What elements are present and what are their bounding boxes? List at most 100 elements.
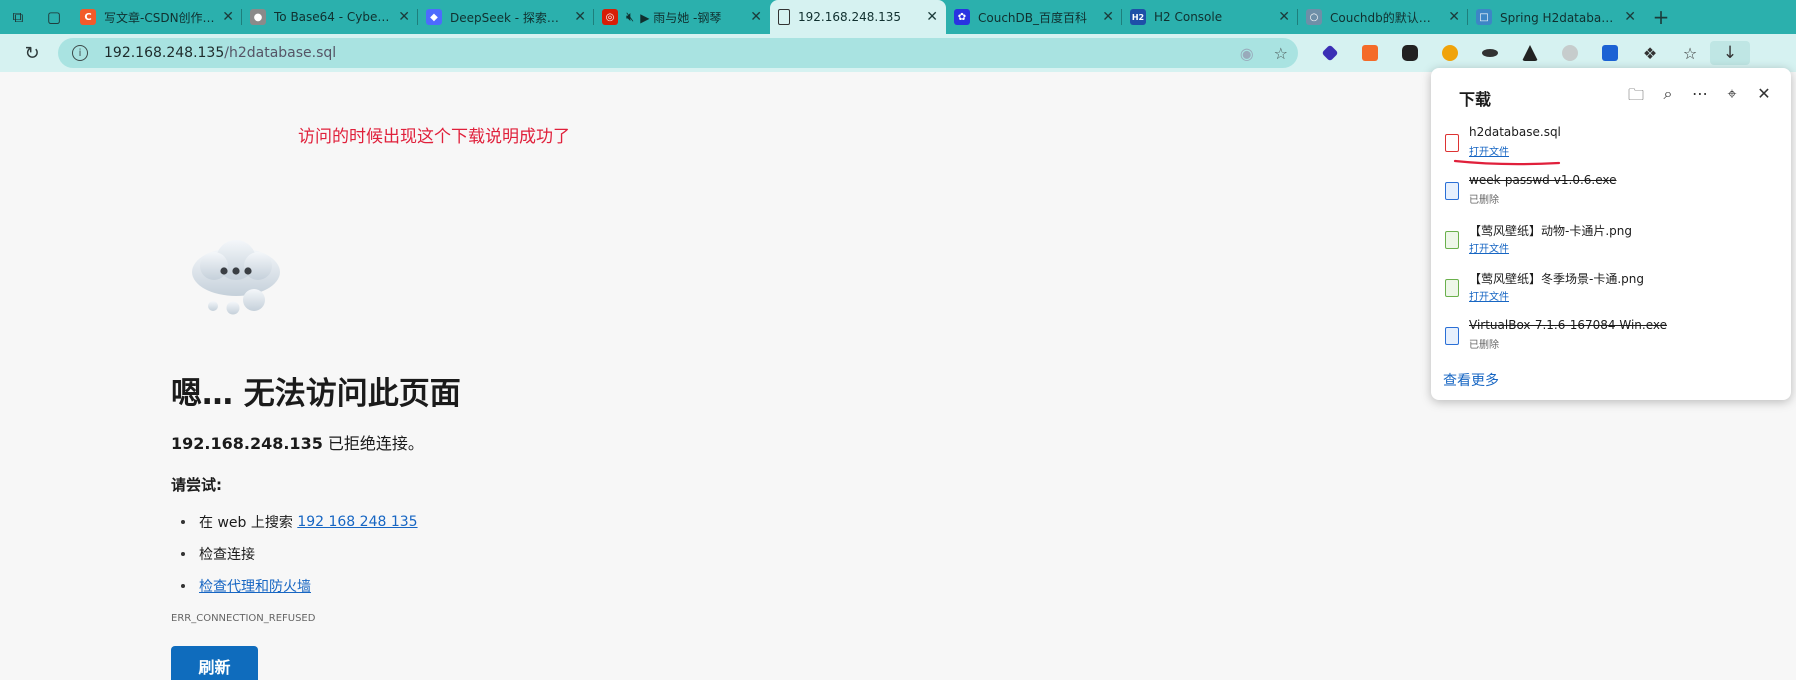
url-path: /h2database.sql — [224, 45, 337, 61]
open-file-link[interactable]: 打开文件 — [1469, 288, 1509, 303]
extension-icon[interactable] — [1350, 41, 1390, 65]
file-name: VirtualBox-7.1.6-167084-Win.exe — [1469, 318, 1668, 332]
deleted-status: 已删除 — [1469, 340, 1499, 351]
tab-title: Couchdb的默认账号密码 — [1330, 10, 1443, 25]
sql-file-icon — [1445, 134, 1459, 152]
cyberchef-icon: ● — [250, 9, 266, 25]
extension-icon[interactable] — [1550, 41, 1590, 65]
tab-title: ▶ 雨与她 -钢琴 — [640, 10, 722, 25]
tab-title: To Base64 - CyberChef — [274, 10, 392, 24]
tab-music[interactable]: ◎ 🔇︎ ▶ 雨与她 -钢琴 ✕ — [594, 0, 770, 34]
close-icon[interactable]: ✕ — [1448, 9, 1460, 25]
tab-title: 192.168.248.135 — [798, 10, 902, 24]
error-description: 192.168.248.135 已拒绝连接。 — [171, 430, 424, 454]
extensions-puzzle-icon[interactable]: ❖ — [1630, 41, 1670, 65]
download-item[interactable]: VirtualBox-7.1.6-167084-Win.exe 已删除 — [1445, 318, 1775, 362]
download-item[interactable]: 【莺风壁纸】动物-卡通片.png 打开文件 — [1445, 222, 1775, 266]
extension-icon[interactable] — [1470, 41, 1510, 65]
tab-cyberchef[interactable]: ● To Base64 - CyberChef ✕ — [242, 0, 418, 34]
reload-icon[interactable]: ↻ — [14, 43, 50, 64]
annotation-text: 访问的时候出现这个下载说明成功了 — [298, 127, 570, 147]
list-item: 检查连接 — [181, 538, 418, 570]
error-host: 192.168.248.135 — [171, 434, 323, 453]
open-file-link[interactable]: 打开文件 — [1469, 240, 1509, 255]
search-icon: ○ — [1306, 9, 1322, 25]
tab-strip: ⧉ ▢ C 写文章-CSDN创作中心 ✕ ● To Base64 - Cyber… — [0, 0, 1796, 34]
extension-icon[interactable] — [1590, 41, 1630, 65]
open-file-link[interactable]: 打开文件 — [1469, 143, 1509, 158]
toolbar: ↻ i 192.168.248.135/h2database.sql ◉ ☆ ❖… — [0, 34, 1796, 72]
tab-h2-console[interactable]: H2 H2 Console ✕ — [1122, 0, 1298, 34]
page-title: 嗯… 无法访问此页面 — [171, 376, 461, 412]
tab-title: Spring H2database详解 — [1500, 10, 1618, 25]
baidu-icon: ✿ — [954, 9, 970, 25]
downloads-icon[interactable]: ↓ — [1710, 41, 1750, 65]
exe-file-icon — [1445, 327, 1459, 345]
extension-icon[interactable] — [1430, 41, 1470, 65]
close-icon[interactable]: ✕ — [574, 9, 586, 25]
favorite-star-icon[interactable]: ☆ — [1274, 44, 1288, 63]
extension-icon[interactable] — [1310, 41, 1350, 65]
netease-music-icon: ◎ — [602, 9, 618, 25]
close-icon[interactable]: ✕ — [1278, 9, 1290, 25]
exe-file-icon — [1445, 182, 1459, 200]
close-icon[interactable]: ✕ — [750, 9, 762, 25]
workspaces-icon[interactable]: ⧉ — [0, 0, 36, 34]
info-icon[interactable]: i — [72, 45, 88, 61]
downloads-title: 下载 — [1459, 90, 1492, 109]
close-icon[interactable]: ✕ — [1102, 9, 1114, 25]
tab-title: H2 Console — [1154, 10, 1223, 24]
error-suffix: 已拒绝连接。 — [322, 434, 424, 453]
see-more-link[interactable]: 查看更多 — [1443, 370, 1499, 390]
csdn-icon: C — [80, 9, 96, 25]
downloads-panel: 下载 🗀︎ ⌕ ⋯ ⌖ ✕ h2database.sql 打开文件 week-p… — [1431, 68, 1791, 400]
search-icon[interactable]: ⌕ — [1659, 84, 1677, 111]
file-name: 【莺风壁纸】冬季场景-卡通.png — [1469, 272, 1644, 286]
tab-spring-h2[interactable]: □ Spring H2database详解 ✕ — [1468, 0, 1644, 34]
error-code: ERR_CONNECTION_REFUSED — [171, 613, 316, 624]
list-item: 在 web 上搜索 192 168 248 135 — [181, 506, 418, 538]
proxy-firewall-link[interactable]: 检查代理和防火墙 — [199, 576, 311, 596]
refresh-button[interactable]: 刷新 — [171, 646, 258, 680]
extension-icon[interactable] — [1390, 41, 1430, 65]
read-aloud-icon[interactable]: ◉ — [1240, 44, 1254, 63]
tab-baidu[interactable]: ✿ CouchDB_百度百科 ✕ — [946, 0, 1122, 34]
list-item: 检查代理和防火墙 — [181, 570, 418, 602]
tab-title: CouchDB_百度百科 — [978, 10, 1088, 25]
tab-deepseek[interactable]: ◆ DeepSeek - 探索未至之境 ✕ — [418, 0, 594, 34]
try-label: 请尝试: — [171, 476, 222, 494]
close-icon[interactable]: ✕ — [926, 9, 938, 25]
address-bar[interactable]: i 192.168.248.135/h2database.sql ◉ ☆ — [58, 38, 1298, 68]
new-tab-icon[interactable]: + — [1644, 0, 1678, 34]
muted-speaker-icon[interactable]: 🔇︎ — [626, 10, 634, 25]
h2-icon: H2 — [1130, 9, 1146, 25]
tab-csdn[interactable]: C 写文章-CSDN创作中心 ✕ — [72, 0, 242, 34]
extensions-bar: ❖ ☆ ↓ — [1310, 41, 1750, 65]
tab-title: DeepSeek - 探索未至之境 — [450, 10, 568, 25]
image-file-icon — [1445, 231, 1459, 249]
close-icon[interactable]: ✕ — [398, 9, 410, 25]
suggestion-list: 在 web 上搜索 192 168 248 135 检查连接 检查代理和防火墙 — [181, 506, 418, 602]
file-name: week-passwd-v1.0.6.exe — [1469, 173, 1617, 187]
search-web-link[interactable]: 192 168 248 135 — [297, 514, 417, 530]
download-item[interactable]: 【莺风壁纸】冬季场景-卡通.png 打开文件 — [1445, 270, 1775, 314]
image-file-icon — [1445, 279, 1459, 297]
tab-active-192[interactable]: 192.168.248.135 ✕ — [770, 0, 946, 34]
suggestion-text: 检查连接 — [199, 547, 255, 563]
suggestion-text: 在 web 上搜索 — [199, 515, 298, 531]
favorites-icon[interactable]: ☆ — [1670, 41, 1710, 65]
deleted-status: 已删除 — [1469, 195, 1499, 206]
close-icon[interactable]: ✕ — [1624, 9, 1636, 25]
document-icon — [778, 9, 790, 25]
download-item[interactable]: week-passwd-v1.0.6.exe 已删除 — [1445, 173, 1775, 217]
cloud-icon — [192, 240, 280, 315]
pin-icon[interactable]: ⌖ — [1723, 84, 1741, 111]
close-icon[interactable]: ✕ — [1755, 84, 1773, 111]
close-icon[interactable]: ✕ — [222, 9, 234, 25]
more-options-icon[interactable]: ⋯ — [1691, 84, 1709, 111]
extension-icon[interactable] — [1510, 41, 1550, 65]
tab-couchdb-search[interactable]: ○ Couchdb的默认账号密码 ✕ — [1298, 0, 1468, 34]
open-folder-icon[interactable]: 🗀︎ — [1627, 84, 1645, 111]
tab-title: 写文章-CSDN创作中心 — [104, 10, 217, 25]
tab-actions-icon[interactable]: ▢ — [36, 0, 72, 34]
